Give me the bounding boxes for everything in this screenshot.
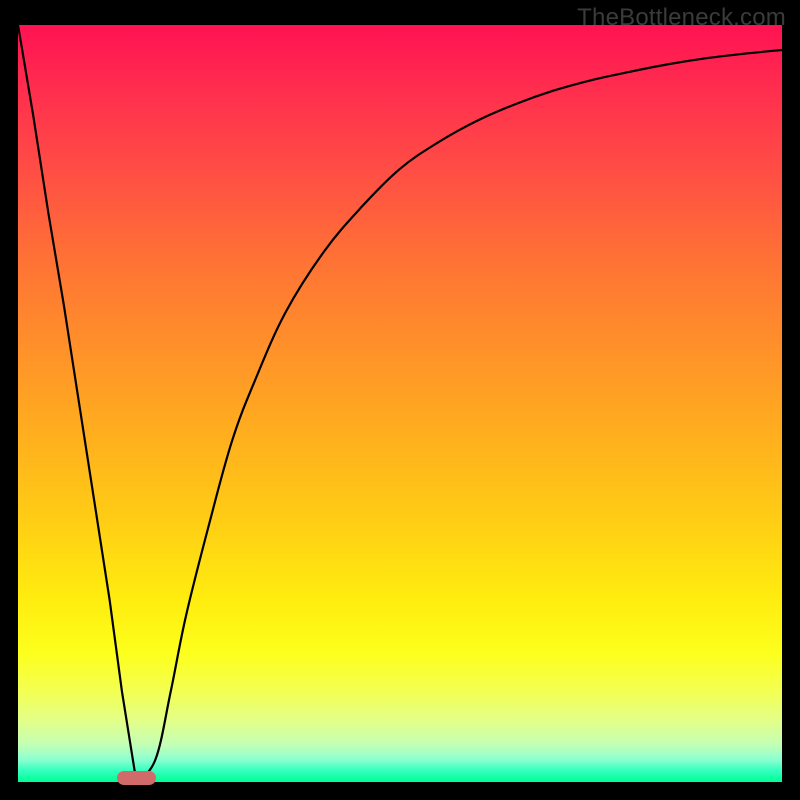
chart-frame: TheBottleneck.com [0, 0, 800, 800]
optimal-point-marker [117, 771, 155, 785]
bottleneck-curve [18, 25, 782, 782]
bottleneck-curve-path [18, 25, 782, 782]
plot-area [18, 25, 782, 782]
